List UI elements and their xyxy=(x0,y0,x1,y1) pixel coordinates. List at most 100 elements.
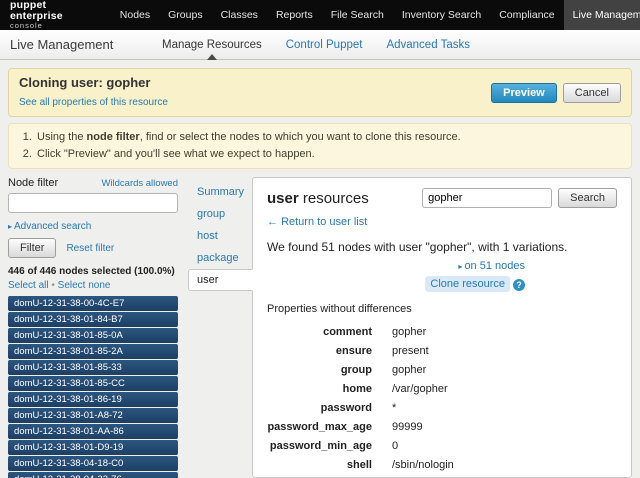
property-value: 0 xyxy=(392,440,398,452)
node-list-item[interactable]: domU-12-31-38-01-AA-86 xyxy=(8,424,178,439)
puppet-enterprise-logo[interactable]: puppet enterprise console xyxy=(0,0,73,30)
back-arrow-icon: ← xyxy=(267,216,278,228)
resource-type-tab[interactable]: package xyxy=(188,247,252,269)
live-management-page: puppet enterprise console Nodes Groups C… xyxy=(0,0,640,478)
select-links-separator: • xyxy=(51,280,55,291)
resource-type-tab[interactable]: group xyxy=(188,203,252,225)
property-row: home /var/gopher xyxy=(267,383,617,395)
property-key: password_min_age xyxy=(267,440,372,452)
nav-item[interactable]: Compliance xyxy=(490,0,563,30)
property-value: * xyxy=(392,402,396,414)
advanced-search-link[interactable]: ▸Advanced search xyxy=(8,221,91,232)
section-tab-label: Control Puppet xyxy=(286,39,363,51)
see-all-properties-link[interactable]: See all properties of this resource xyxy=(19,97,168,108)
filter-actions: Filter Reset filter xyxy=(8,238,178,258)
node-list: domU-12-31-38-00-4C-E7 domU-12-31-38-01-… xyxy=(8,296,178,478)
help-icon[interactable]: ? xyxy=(513,279,525,291)
property-key: ensure xyxy=(267,345,372,357)
property-key: comment xyxy=(267,326,372,338)
logo-title: puppet enterprise xyxy=(10,0,63,22)
section-tab[interactable]: Advanced Tasks xyxy=(386,30,470,59)
disclosure-triangle-icon: ▸ xyxy=(458,262,462,271)
wildcards-allowed-link[interactable]: Wildcards allowed xyxy=(101,178,178,189)
disclosure-triangle-icon: ▸ xyxy=(8,222,12,231)
nav-item[interactable]: Live Management xyxy=(564,0,640,30)
resource-area: Summary group host package user user res… xyxy=(188,177,632,478)
nav-item[interactable]: Groups xyxy=(159,0,211,30)
node-list-item[interactable]: domU-12-31-38-04-18-C0 xyxy=(8,456,178,471)
nav-item[interactable]: Classes xyxy=(212,0,267,30)
resource-search-input[interactable] xyxy=(422,188,552,208)
property-key: shell xyxy=(267,459,372,471)
node-list-item[interactable]: domU-12-31-38-01-85-2A xyxy=(8,344,178,359)
step1-post: , find or select the nodes to which you … xyxy=(140,131,461,143)
on-nodes-row: ▸on 51 nodes xyxy=(267,260,525,272)
node-list-item[interactable]: domU-12-31-38-04-22-76 xyxy=(8,472,178,478)
search-button[interactable]: Search xyxy=(558,188,617,208)
step2-text: Click "Preview" and you'll see what we e… xyxy=(37,148,315,160)
properties-section-label: Properties without differences xyxy=(267,303,617,315)
property-row: comment gopher xyxy=(267,326,617,338)
nav-item[interactable]: Reports xyxy=(267,0,322,30)
node-list-item[interactable]: domU-12-31-38-01-A8-72 xyxy=(8,408,178,423)
select-all-link[interactable]: Select all xyxy=(8,280,49,291)
resource-type-tab[interactable]: host xyxy=(188,225,252,247)
node-list-item[interactable]: domU-12-31-38-00-4C-E7 xyxy=(8,296,178,311)
search-result-summary: We found 51 nodes with user "gopher", wi… xyxy=(267,240,617,254)
node-filter-label: Node filter xyxy=(8,177,58,189)
active-tab-indicator-icon xyxy=(207,54,217,60)
page-title: Live Management xyxy=(10,30,162,59)
resource-type: user xyxy=(267,190,299,207)
property-row: password_min_age 0 xyxy=(267,440,617,452)
property-value: gopher xyxy=(392,364,426,376)
banner-title: Cloning user: gopher xyxy=(19,75,168,90)
step1-pre: Using the xyxy=(37,131,87,143)
main-nav: Nodes Groups Classes Reports File Search… xyxy=(111,0,640,30)
section-tab-label: Advanced Tasks xyxy=(386,39,470,51)
clone-resource-link[interactable]: Clone resource xyxy=(425,276,510,292)
resource-type-tab[interactable]: Summary xyxy=(188,181,252,203)
property-row: password_max_age 99999 xyxy=(267,421,617,433)
node-list-item[interactable]: domU-12-31-38-01-85-33 xyxy=(8,360,178,375)
select-none-link[interactable]: Select none xyxy=(58,280,111,291)
panel-header: user resources Search xyxy=(267,188,617,208)
instructions-list: Using the node filter, find or select th… xyxy=(8,123,632,169)
resource-type-tab[interactable]: user xyxy=(188,269,253,291)
preview-button[interactable]: Preview xyxy=(491,83,557,103)
node-list-item[interactable]: domU-12-31-38-01-86-19 xyxy=(8,392,178,407)
node-list-item[interactable]: domU-12-31-38-01-85-CC xyxy=(8,376,178,391)
property-key: password_max_age xyxy=(267,421,372,433)
property-value: /sbin/nologin xyxy=(392,459,454,471)
cloning-banner-text: Cloning user: gopher See all properties … xyxy=(19,75,168,110)
clone-resource-row: Clone resource? xyxy=(267,278,525,291)
node-filter-header: Node filter Wildcards allowed xyxy=(8,177,178,189)
selection-summary: 446 of 446 nodes selected (100.0%) xyxy=(8,266,178,277)
nav-item[interactable]: Nodes xyxy=(111,0,159,30)
resource-heading-rest: resources xyxy=(299,190,369,207)
banner-buttons: Preview Cancel xyxy=(491,83,621,103)
resource-actions: ▸on 51 nodes Clone resource? xyxy=(267,260,525,291)
reset-filter-link[interactable]: Reset filter xyxy=(66,243,114,254)
property-row: group gopher xyxy=(267,364,617,376)
nav-item[interactable]: Inventory Search xyxy=(393,0,490,30)
step1-bold: node filter xyxy=(87,131,140,143)
on-nodes-link[interactable]: ▸on 51 nodes xyxy=(458,260,525,272)
nav-item[interactable]: File Search xyxy=(322,0,393,30)
return-to-user-list-link[interactable]: ← Return to user list xyxy=(267,216,367,228)
cancel-button[interactable]: Cancel xyxy=(563,83,621,103)
property-value: present xyxy=(392,345,429,357)
section-tab[interactable]: Control Puppet xyxy=(286,30,363,59)
node-list-item[interactable]: domU-12-31-38-01-85-0A xyxy=(8,328,178,343)
resource-type-tabs: Summary group host package user xyxy=(188,177,252,478)
columns: Node filter Wildcards allowed ▸Advanced … xyxy=(8,177,632,478)
filter-button[interactable]: Filter xyxy=(8,238,56,258)
property-value: gopher xyxy=(392,326,426,338)
node-filter-sidebar: Node filter Wildcards allowed ▸Advanced … xyxy=(8,177,178,478)
resource-search: Search xyxy=(422,188,617,208)
node-list-item[interactable]: domU-12-31-38-01-D9-19 xyxy=(8,440,178,455)
node-list-item[interactable]: domU-12-31-38-01-84-B7 xyxy=(8,312,178,327)
section-tab[interactable]: Manage Resources xyxy=(162,30,262,59)
property-value: 99999 xyxy=(392,421,423,433)
top-nav-bar: puppet enterprise console Nodes Groups C… xyxy=(0,0,640,30)
node-filter-input[interactable] xyxy=(8,193,178,213)
